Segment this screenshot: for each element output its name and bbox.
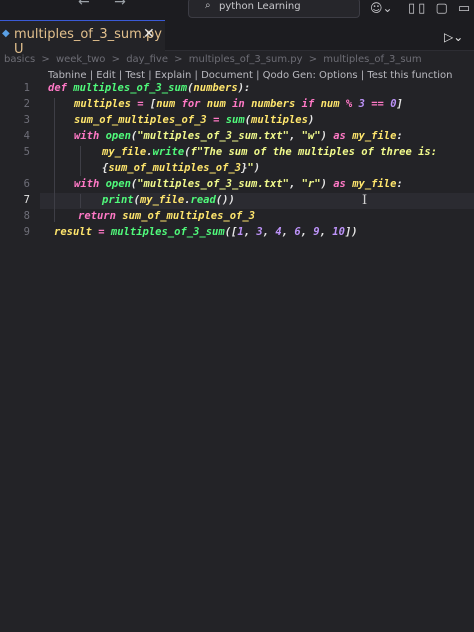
indent-guide — [54, 98, 55, 222]
code-line-5[interactable]: my_file.write(f"The sum of the multiples… — [102, 146, 437, 158]
line-number: 9 — [23, 226, 30, 238]
code-line-1[interactable]: def multiples_of_3_sum(numbers): — [48, 82, 250, 94]
copilot-icon[interactable]: ☺⌄ — [370, 1, 393, 15]
breadcrumb-separator: > — [111, 54, 121, 65]
search-icon: ⌕ — [205, 0, 211, 11]
breadcrumb-item[interactable]: multiples_of_3_sum.py — [189, 54, 303, 65]
code-line-4[interactable]: with open("multiples_of_3_sum.txt", "w")… — [74, 130, 403, 142]
tab-bar: ◆ multiples_of_3_sum.py U ✕ — [0, 20, 474, 57]
run-button[interactable]: ▷⌄ — [444, 30, 463, 44]
codelens-actions[interactable]: Tabnine | Edit | Test | Explain | Docume… — [48, 70, 453, 81]
python-file-icon: ◆ — [2, 28, 10, 39]
code-line-5-wrap[interactable]: {sum_of_multiples_of_3}") — [102, 162, 260, 174]
code-line-3[interactable]: sum_of_multiples_of_3 = sum(multiples) — [74, 114, 314, 126]
layout-icons[interactable]: ▯▯ ▢ ▭ — [408, 1, 473, 16]
line-number: 1 — [23, 82, 30, 94]
text-cursor-icon: I — [362, 193, 368, 208]
breadcrumb-item[interactable]: multiples_of_3_sum — [323, 54, 421, 65]
search-text: python Learning — [219, 1, 301, 12]
close-icon[interactable]: ✕ — [143, 26, 155, 42]
line-number-active: 7 — [23, 194, 30, 206]
breadcrumb-separator: > — [308, 54, 318, 65]
line-number: 6 — [23, 178, 30, 190]
breadcrumb-separator: > — [41, 54, 50, 65]
command-center-search[interactable]: ⌕ python Learning — [188, 0, 360, 18]
code-line-8[interactable]: return sum_of_multiples_of_3 — [78, 210, 255, 222]
line-number: 8 — [23, 210, 30, 222]
line-number: 5 — [23, 146, 30, 158]
indent-guide — [80, 146, 81, 176]
breadcrumb-item[interactable]: basics — [4, 54, 35, 65]
breadcrumb-item[interactable]: week_two — [56, 54, 106, 65]
indent-guide — [80, 194, 81, 208]
line-number: 2 — [23, 98, 30, 110]
code-line-6[interactable]: with open("multiples_of_3_sum.txt", "r")… — [74, 178, 403, 190]
code-line-7[interactable]: print(my_file.read()) — [102, 194, 235, 206]
title-bar: ← → ⌕ python Learning ☺⌄ ▯▯ ▢ ▭ — [0, 0, 474, 20]
breadcrumb-separator: > — [174, 54, 183, 65]
code-line-9[interactable]: result = multiples_of_3_sum([1, 3, 4, 6,… — [54, 226, 358, 238]
line-number: 3 — [23, 114, 30, 126]
tab-multiples-of-3-sum[interactable]: ◆ multiples_of_3_sum.py U ✕ — [0, 20, 165, 57]
breadcrumb-item[interactable]: day_five — [126, 54, 168, 65]
code-line-2[interactable]: multiples = [num for num in numbers if n… — [74, 98, 403, 110]
line-number: 4 — [23, 130, 30, 142]
breadcrumb: basics > week_two > day_five > multiples… — [4, 54, 474, 68]
nav-arrows[interactable]: ← → — [78, 0, 136, 10]
